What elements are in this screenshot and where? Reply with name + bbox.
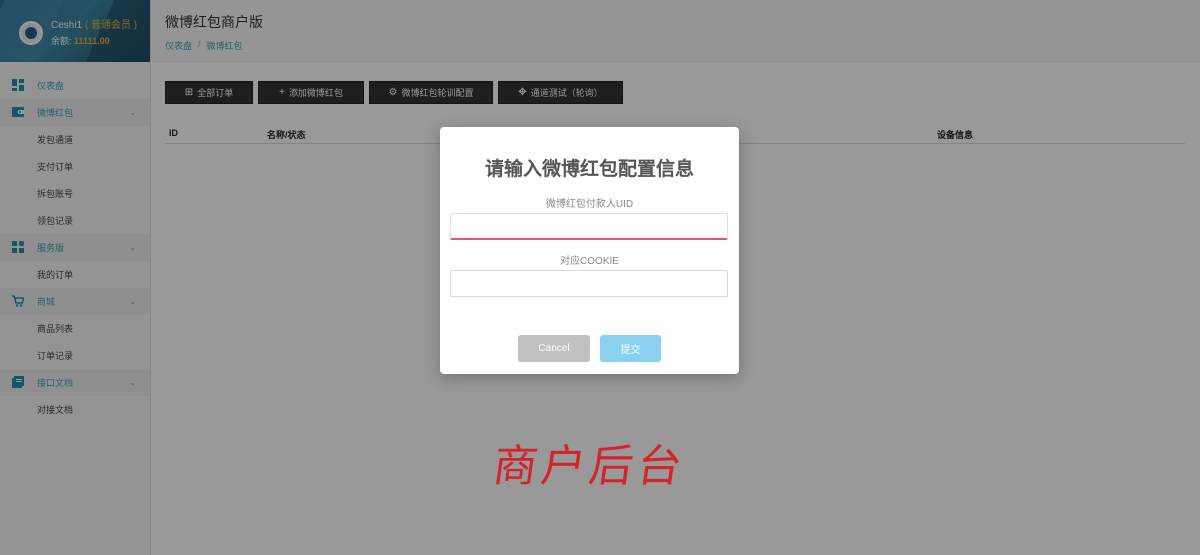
dialog-title: 请输入微博红包配置信息 [484,159,694,180]
cookie-input[interactable] [450,270,728,297]
uid-field-label: 微博红包付款人UID [545,199,634,210]
payer-uid-input[interactable] [450,213,728,240]
cancel-button[interactable]: Cancel [518,335,590,362]
config-dialog: 请输入微博红包配置信息 微博红包付款人UID 对应COOKIE Cancel 提… [440,127,739,374]
submit-button[interactable]: 提交 [600,335,661,362]
cookie-field-label: 对应COOKIE [560,256,619,267]
watermark-text: 商户后台 [489,441,689,492]
